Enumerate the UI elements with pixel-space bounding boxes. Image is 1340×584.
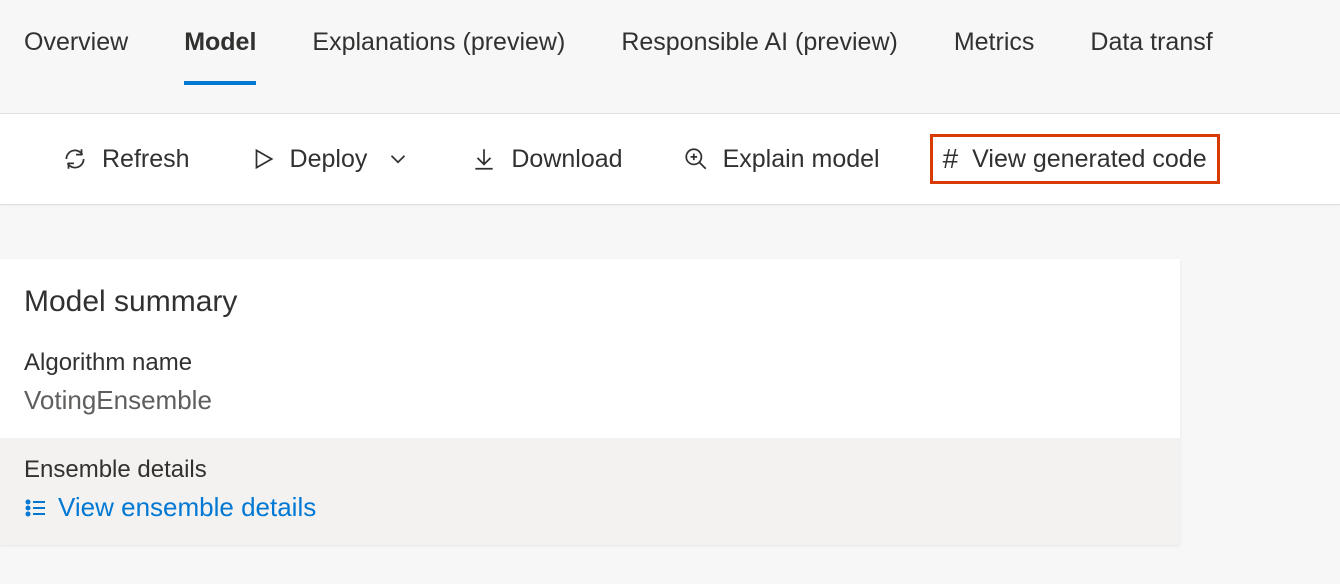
tab-data-transf[interactable]: Data transf bbox=[1090, 28, 1212, 85]
model-summary-panel: Model summary Algorithm name VotingEnsem… bbox=[0, 259, 1180, 545]
tab-metrics[interactable]: Metrics bbox=[954, 28, 1035, 85]
view-ensemble-details-link[interactable]: View ensemble details bbox=[24, 492, 1156, 523]
explain-model-label: Explain model bbox=[723, 145, 880, 174]
view-ensemble-details-text: View ensemble details bbox=[58, 492, 316, 523]
chevron-down-icon bbox=[385, 146, 411, 172]
toolbar: Refresh Deploy Download Explain model # … bbox=[0, 113, 1340, 205]
ensemble-details-label: Ensemble details bbox=[24, 456, 1156, 484]
tab-model[interactable]: Model bbox=[184, 28, 256, 85]
refresh-label: Refresh bbox=[102, 145, 190, 174]
tab-responsible-ai[interactable]: Responsible AI (preview) bbox=[621, 28, 898, 85]
refresh-icon bbox=[62, 146, 88, 172]
view-generated-code-label: View generated code bbox=[972, 145, 1206, 174]
download-button[interactable]: Download bbox=[461, 139, 632, 180]
play-icon bbox=[250, 146, 276, 172]
deploy-label: Deploy bbox=[290, 145, 368, 174]
explain-model-button[interactable]: Explain model bbox=[673, 139, 890, 180]
tab-bar: Overview Model Explanations (preview) Re… bbox=[0, 0, 1340, 85]
download-label: Download bbox=[511, 145, 622, 174]
zoom-in-icon bbox=[683, 146, 709, 172]
deploy-button[interactable]: Deploy bbox=[240, 139, 422, 180]
tab-explanations[interactable]: Explanations (preview) bbox=[312, 28, 565, 85]
download-icon bbox=[471, 146, 497, 172]
algorithm-name-label: Algorithm name bbox=[24, 349, 1156, 377]
hash-icon: # bbox=[943, 143, 959, 175]
view-generated-code-button[interactable]: # View generated code bbox=[930, 134, 1220, 184]
refresh-button[interactable]: Refresh bbox=[52, 139, 200, 180]
algorithm-name-value: VotingEnsemble bbox=[24, 385, 1156, 416]
ensemble-field: Ensemble details View ensemble details bbox=[0, 438, 1180, 545]
algorithm-field: Algorithm name VotingEnsemble bbox=[0, 349, 1180, 438]
panel-title: Model summary bbox=[0, 259, 1180, 349]
tab-overview[interactable]: Overview bbox=[24, 28, 128, 85]
list-icon bbox=[24, 496, 48, 520]
